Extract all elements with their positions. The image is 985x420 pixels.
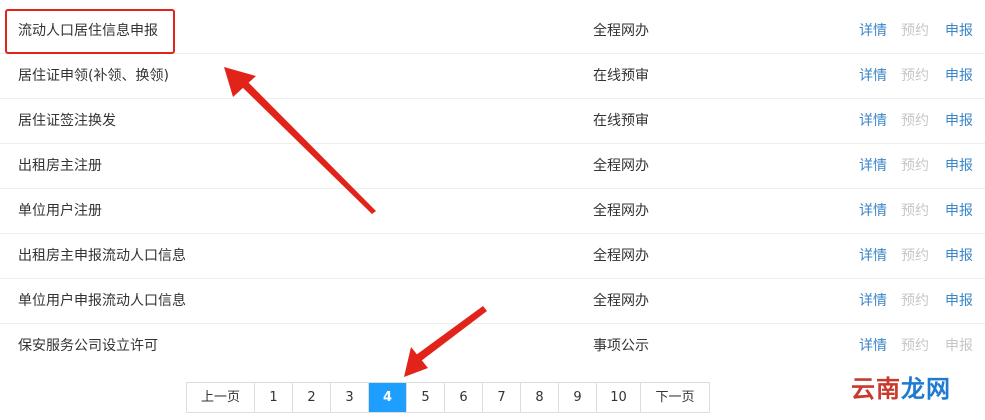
detail-link[interactable]: 详情 <box>859 99 887 144</box>
book-link-disabled: 预约 <box>901 68 929 84</box>
service-mode: 全程网办 <box>593 248 649 264</box>
page-button-4-current[interactable]: 4 <box>369 383 407 412</box>
detail-link[interactable]: 详情 <box>859 324 887 369</box>
page-button-7[interactable]: 7 <box>483 383 521 412</box>
page-button-3[interactable]: 3 <box>331 383 369 412</box>
service-row-6: 单位用户申报流动人口信息 全程网办 详情 预约 申报 <box>0 279 985 324</box>
apply-link-disabled: 申报 <box>945 338 973 354</box>
apply-link[interactable]: 申报 <box>945 144 973 189</box>
book-link-disabled: 预约 <box>901 203 929 219</box>
page-button-8[interactable]: 8 <box>521 383 559 412</box>
page-button-6[interactable]: 6 <box>445 383 483 412</box>
page-button-5[interactable]: 5 <box>407 383 445 412</box>
service-name[interactable]: 单位用户注册 <box>18 189 102 234</box>
service-name[interactable]: 单位用户申报流动人口信息 <box>18 279 186 324</box>
service-row-4: 单位用户注册 全程网办 详情 预约 申报 <box>0 189 985 234</box>
detail-link[interactable]: 详情 <box>859 9 887 54</box>
service-name[interactable]: 保安服务公司设立许可 <box>18 324 158 369</box>
page-button-10[interactable]: 10 <box>597 383 641 412</box>
service-name[interactable]: 居住证申领(补领、换领) <box>18 54 169 99</box>
page-button-2[interactable]: 2 <box>293 383 331 412</box>
book-link-disabled: 预约 <box>901 248 929 264</box>
pagination: 上一页 1 2 3 4 5 6 7 8 9 10 下一页 <box>186 382 710 413</box>
watermark-part-2: 龙网 <box>901 374 951 403</box>
service-mode: 全程网办 <box>593 293 649 309</box>
detail-link[interactable]: 详情 <box>859 234 887 279</box>
site-watermark: 云南龙网 <box>851 369 951 404</box>
detail-link[interactable]: 详情 <box>859 144 887 189</box>
apply-link[interactable]: 申报 <box>945 54 973 99</box>
next-page-button[interactable]: 下一页 <box>641 383 709 412</box>
page-button-1[interactable]: 1 <box>255 383 293 412</box>
service-row-3: 出租房主注册 全程网办 详情 预约 申报 <box>0 144 985 189</box>
service-row-0: 流动人口居住信息申报 全程网办 详情 预约 申报 <box>0 9 985 54</box>
service-row-5: 出租房主申报流动人口信息 全程网办 详情 预约 申报 <box>0 234 985 279</box>
book-link-disabled: 预约 <box>901 293 929 309</box>
service-mode: 在线预审 <box>593 113 649 129</box>
service-name[interactable]: 流动人口居住信息申报 <box>18 9 158 54</box>
page-button-9[interactable]: 9 <box>559 383 597 412</box>
service-row-2: 居住证签注换发 在线预审 详情 预约 申报 <box>0 99 985 144</box>
apply-link[interactable]: 申报 <box>945 234 973 279</box>
service-list-page: 流动人口居住信息申报 全程网办 详情 预约 申报 居住证申领(补领、换领) 在线… <box>0 0 985 420</box>
service-mode: 在线预审 <box>593 68 649 84</box>
service-name[interactable]: 出租房主申报流动人口信息 <box>18 234 186 279</box>
service-mode: 全程网办 <box>593 203 649 219</box>
service-mode: 全程网办 <box>593 158 649 174</box>
book-link-disabled: 预约 <box>901 113 929 129</box>
service-name[interactable]: 出租房主注册 <box>18 144 102 189</box>
service-mode: 事项公示 <box>593 338 649 354</box>
book-link-disabled: 预约 <box>901 338 929 354</box>
apply-link[interactable]: 申报 <box>945 189 973 234</box>
service-mode: 全程网办 <box>593 23 649 39</box>
book-link-disabled: 预约 <box>901 23 929 39</box>
apply-link[interactable]: 申报 <box>945 279 973 324</box>
service-row-7: 保安服务公司设立许可 事项公示 详情 预约 申报 <box>0 324 985 369</box>
service-row-1: 居住证申领(补领、换领) 在线预审 详情 预约 申报 <box>0 54 985 99</box>
apply-link[interactable]: 申报 <box>945 99 973 144</box>
prev-page-button[interactable]: 上一页 <box>187 383 255 412</box>
detail-link[interactable]: 详情 <box>859 189 887 234</box>
watermark-part-1: 云南 <box>851 374 901 403</box>
apply-link[interactable]: 申报 <box>945 9 973 54</box>
detail-link[interactable]: 详情 <box>859 279 887 324</box>
book-link-disabled: 预约 <box>901 158 929 174</box>
service-name[interactable]: 居住证签注换发 <box>18 99 116 144</box>
detail-link[interactable]: 详情 <box>859 54 887 99</box>
